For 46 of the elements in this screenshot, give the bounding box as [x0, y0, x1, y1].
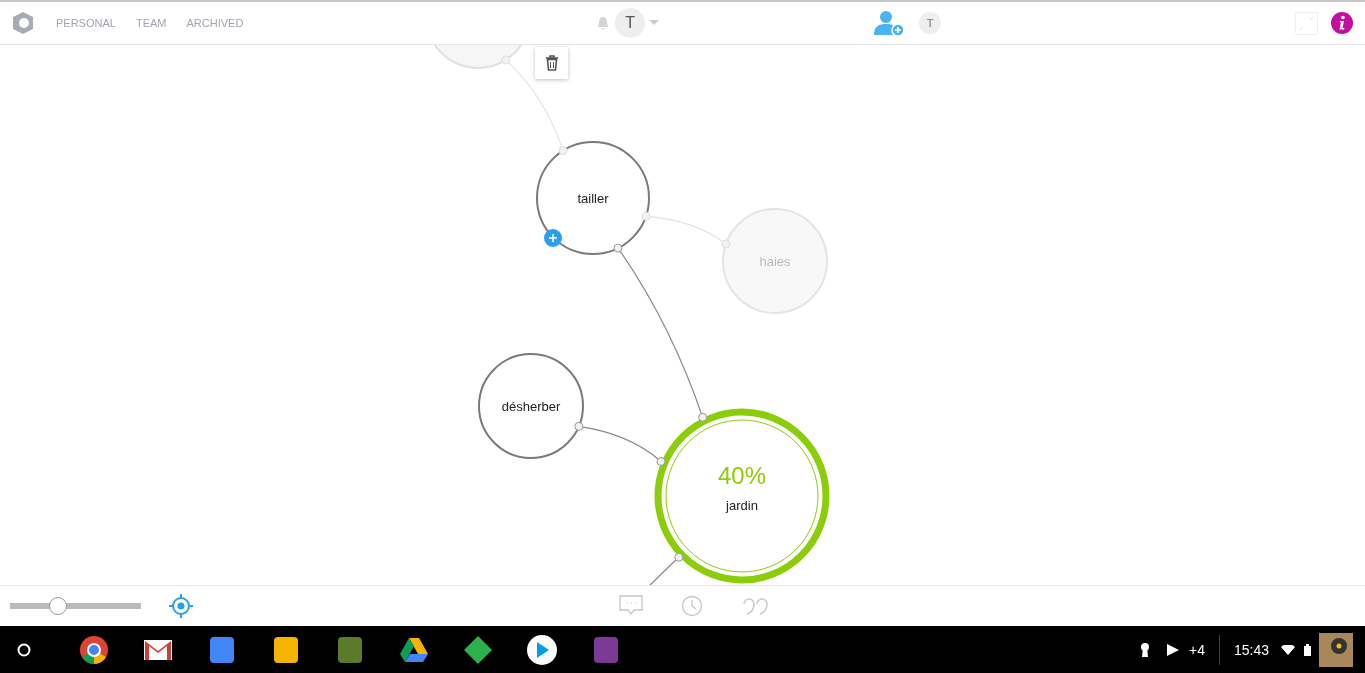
connector-handle[interactable] — [656, 456, 666, 466]
info-icon[interactable] — [1331, 12, 1353, 34]
member-avatar[interactable]: T — [919, 12, 942, 34]
comment-icon[interactable] — [619, 595, 643, 617]
cast-icon — [1166, 642, 1180, 657]
feed-icon[interactable] — [463, 634, 493, 665]
mind-map-node[interactable] — [536, 141, 650, 255]
connector-handle[interactable] — [698, 412, 708, 422]
add-node-icon[interactable] — [544, 229, 562, 247]
document-icon[interactable] — [207, 634, 237, 665]
trash-icon[interactable] — [544, 55, 559, 71]
connector-handle[interactable] — [674, 552, 684, 562]
progress-text: 40% — [718, 462, 766, 489]
browser-icon[interactable] — [79, 634, 109, 665]
launcher-icon[interactable] — [17, 642, 31, 657]
target-icon[interactable] — [169, 594, 193, 618]
quote-icon[interactable] — [743, 597, 769, 615]
node-label: désherber — [501, 399, 561, 414]
clock-time[interactable]: 15:43 — [1233, 641, 1269, 658]
node-label: jardin — [726, 498, 758, 513]
node-label: tailler — [577, 191, 609, 206]
nav-tab[interactable]: TEAM — [135, 17, 167, 29]
bell-icon[interactable] — [597, 16, 610, 30]
app-logo[interactable] — [10, 10, 36, 36]
nav-tab[interactable]: ARCHIVED — [186, 17, 244, 29]
keyhole-icon — [1140, 641, 1150, 658]
wifi-icon — [1281, 644, 1295, 655]
connector-handle[interactable] — [574, 421, 584, 431]
add-user-icon[interactable] — [873, 9, 906, 37]
play-store-icon[interactable] — [527, 634, 557, 665]
account-picture[interactable] — [1319, 632, 1353, 667]
caret-icon[interactable] — [649, 20, 660, 26]
nav-tab[interactable]: PERSONAL — [56, 17, 116, 29]
history-icon[interactable] — [681, 595, 703, 617]
mind-map-node[interactable] — [478, 353, 584, 459]
slides-icon[interactable] — [271, 634, 301, 665]
delete-button[interactable] — [535, 47, 568, 79]
app-icon[interactable] — [335, 634, 365, 665]
notification-count[interactable]: +4 — [1189, 641, 1205, 658]
user-avatar[interactable]: T — [615, 8, 646, 38]
notebook-icon[interactable] — [591, 634, 621, 665]
slider-thumb[interactable] — [49, 597, 68, 615]
node-label: haies — [759, 254, 791, 269]
battery-icon — [1304, 643, 1311, 656]
mind-map-node[interactable] — [654, 408, 830, 584]
connector-handle[interactable] — [613, 243, 623, 253]
